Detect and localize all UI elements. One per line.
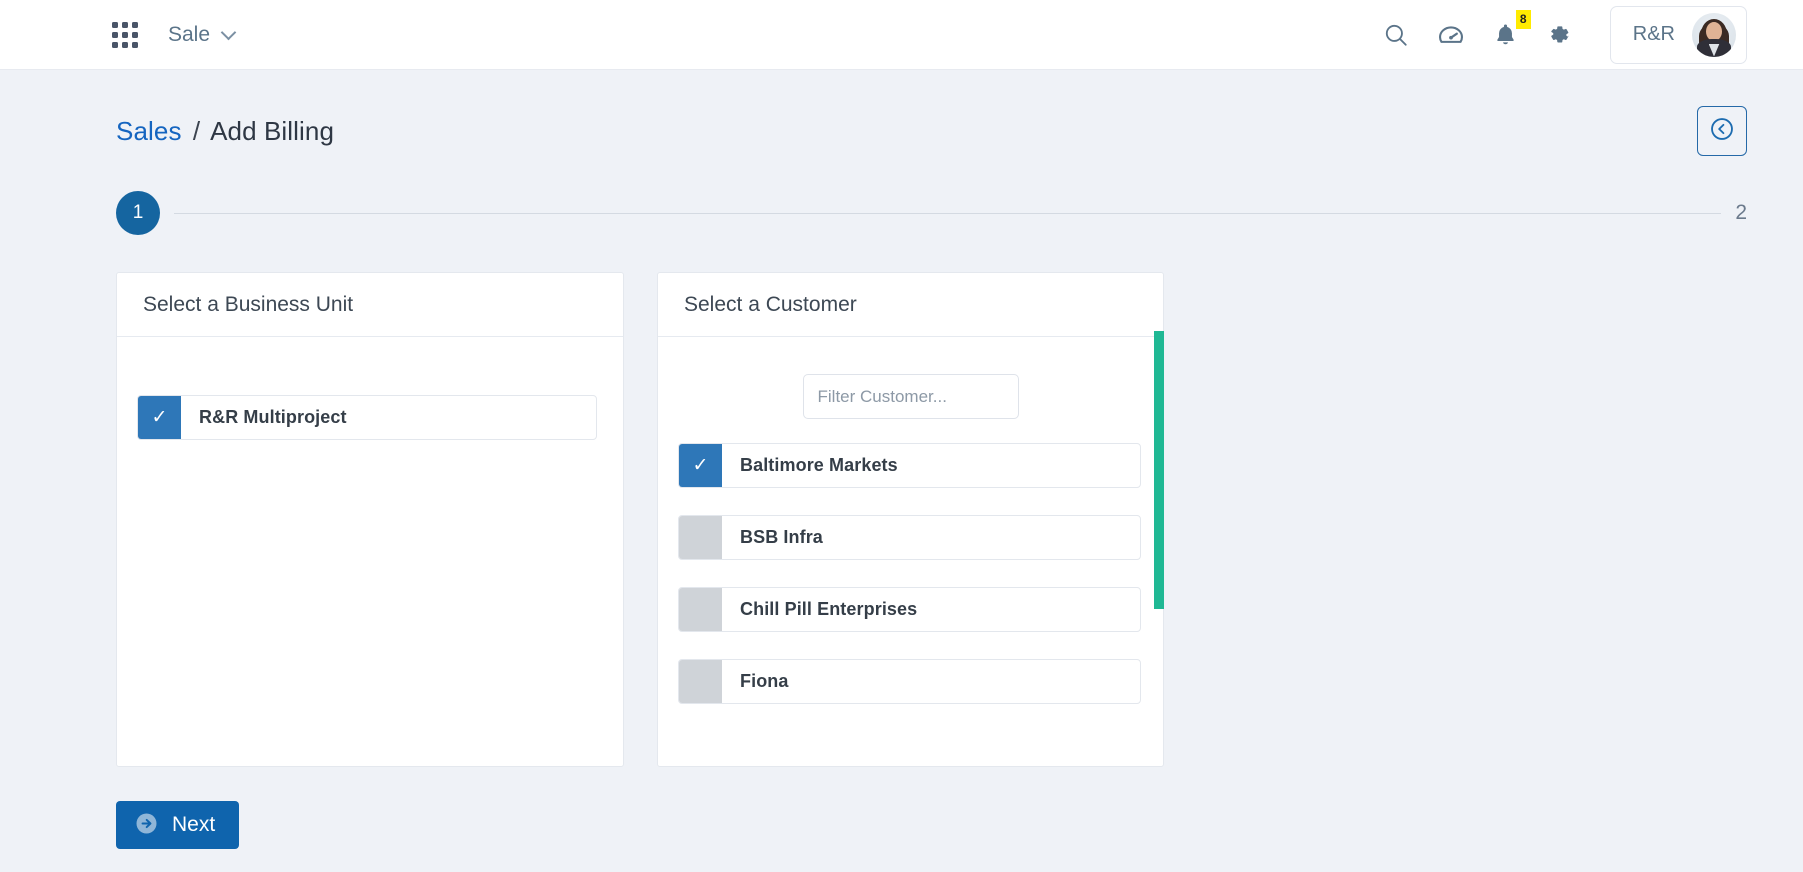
topbar-left-group: Sale	[0, 21, 237, 48]
filter-customer-input[interactable]	[802, 374, 1019, 419]
stepper-connector-line	[174, 212, 1722, 214]
topbar-right-group: 8 R&R	[1383, 5, 1747, 64]
back-button[interactable]	[1697, 106, 1747, 156]
list-item[interactable]: Fiona	[678, 659, 1141, 704]
checkbox-unchecked-icon[interactable]	[679, 660, 722, 703]
list-item-label: BSB Infra	[740, 527, 823, 547]
next-button[interactable]: Next	[116, 801, 240, 849]
notification-badge: 8	[1515, 10, 1531, 29]
avatar	[1692, 12, 1736, 57]
checkbox-checked-icon[interactable]: ✓	[138, 396, 181, 439]
business-unit-panel-body: ✓ R&R Multiproject	[117, 337, 623, 766]
top-navigation-bar: Sale 8 R&R	[0, 0, 1803, 70]
next-button-label: Next	[172, 813, 216, 836]
breadcrumb-root-link[interactable]: Sales	[116, 116, 182, 146]
checkbox-checked-icon[interactable]: ✓	[679, 444, 722, 487]
breadcrumb: Sales / Add Billing	[116, 116, 334, 147]
list-item[interactable]: BSB Infra	[678, 515, 1141, 560]
customer-filter-row	[658, 359, 1163, 419]
list-item-label: Baltimore Markets	[740, 455, 898, 475]
user-menu[interactable]: R&R	[1609, 5, 1747, 64]
checkbox-unchecked-icon[interactable]	[679, 516, 722, 559]
breadcrumb-current: Add Billing	[210, 115, 335, 146]
page-content: Sales / Add Billing 1 2 Select a Busines…	[0, 70, 1803, 849]
app-name-label[interactable]: Sale	[168, 23, 210, 47]
wizard-stepper: 1 2	[116, 191, 1803, 235]
business-unit-panel-title: Select a Business Unit	[117, 273, 623, 337]
customer-panel-body: ✓ Baltimore Markets BSB Infra Chill Pill…	[658, 337, 1163, 766]
grid-apps-icon[interactable]	[112, 21, 138, 48]
customer-list-scrollbar[interactable]	[1154, 331, 1164, 766]
search-icon[interactable]	[1383, 22, 1409, 48]
stepper-step-1[interactable]: 1	[116, 191, 160, 235]
list-item-label: R&R Multiproject	[199, 407, 347, 427]
stepper-step-2[interactable]: 2	[1735, 201, 1747, 225]
circle-arrow-right-icon	[134, 811, 159, 839]
list-item-label: Fiona	[740, 671, 789, 691]
breadcrumb-separator: /	[192, 115, 201, 146]
user-name-label: R&R	[1632, 23, 1675, 45]
selection-panels: Select a Business Unit ✓ R&R Multiprojec…	[116, 272, 1803, 767]
bell-icon[interactable]: 8	[1493, 10, 1531, 47]
customer-list: ✓ Baltimore Markets BSB Infra Chill Pill…	[658, 419, 1163, 704]
circle-chevron-left-icon	[1709, 116, 1735, 147]
business-unit-list: ✓ R&R Multiproject	[117, 359, 623, 440]
gear-icon[interactable]	[1546, 22, 1572, 48]
business-unit-panel: Select a Business Unit ✓ R&R Multiprojec…	[116, 272, 624, 767]
customer-panel: Select a Customer ✓ Baltimore Markets BS…	[657, 272, 1164, 767]
scrollbar-thumb[interactable]	[1154, 331, 1164, 609]
breadcrumb-row: Sales / Add Billing	[116, 70, 1803, 156]
list-item[interactable]: ✓ Baltimore Markets	[678, 443, 1141, 488]
customer-panel-title: Select a Customer	[658, 273, 1163, 337]
checkbox-unchecked-icon[interactable]	[679, 588, 722, 631]
chevron-down-icon[interactable]	[220, 24, 237, 40]
speedometer-icon[interactable]	[1437, 21, 1465, 49]
list-item[interactable]: ✓ R&R Multiproject	[137, 395, 597, 440]
list-item-label: Chill Pill Enterprises	[740, 599, 918, 619]
list-item[interactable]: Chill Pill Enterprises	[678, 587, 1141, 632]
